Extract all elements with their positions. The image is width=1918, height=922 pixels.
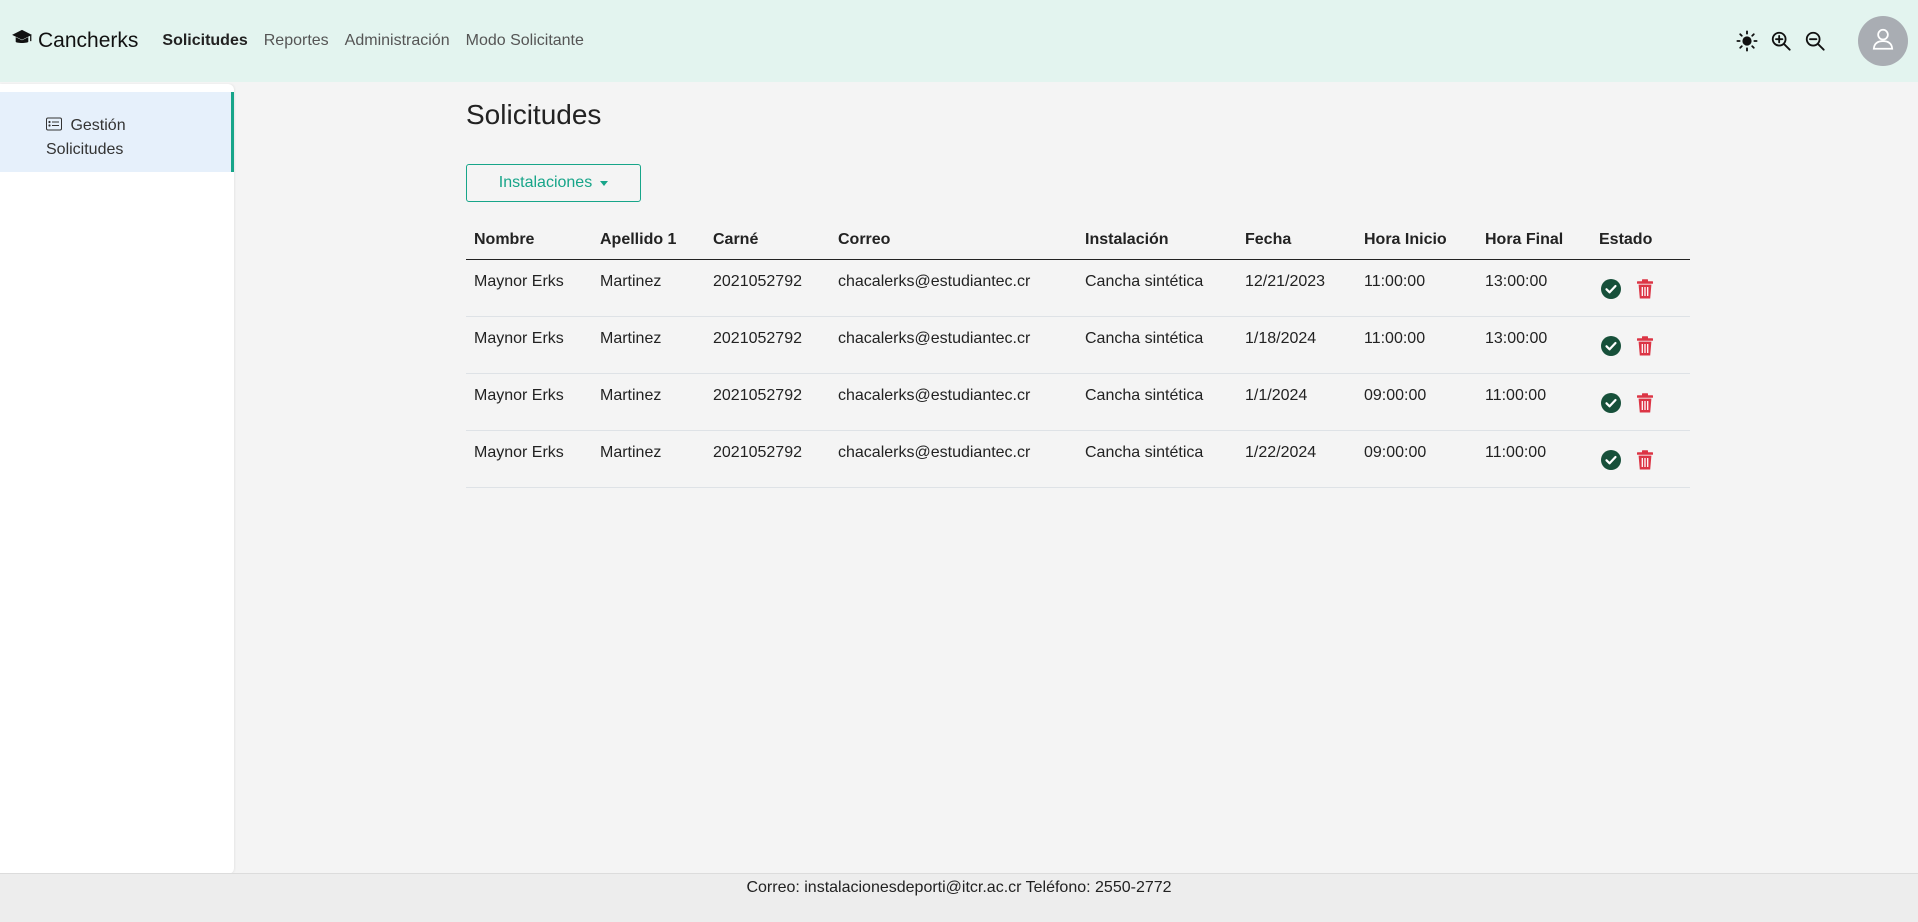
sidebar-item-label-line2: Solicitudes <box>46 141 124 158</box>
col-header-carne: Carné <box>705 222 830 260</box>
user-icon <box>1870 26 1896 57</box>
nav-link-solicitudes[interactable]: Solicitudes <box>162 32 247 50</box>
cell-apellido: Martinez <box>592 430 705 488</box>
table-row: Maynor Erks Martinez 2021052792 chacalerks@… <box>466 373 1690 431</box>
zoom-in-icon[interactable] <box>1768 28 1794 54</box>
cell-hora-final: 11:00:00 <box>1477 373 1591 431</box>
nav-link-administracion[interactable]: Administración <box>345 32 450 50</box>
cell-instalacion: Cancha sintética <box>1077 430 1237 488</box>
solicitudes-table: Nombre Apellido 1 Carné Correo Instalaci… <box>466 222 1690 488</box>
cell-nombre: Maynor Erks <box>466 316 592 374</box>
cell-fecha: 1/18/2024 <box>1237 316 1356 374</box>
sidebar-item-label-line1: Gestión <box>70 117 126 134</box>
col-header-correo: Correo <box>830 222 1077 260</box>
col-header-instalacion: Instalación <box>1077 222 1237 260</box>
cell-apellido: Martinez <box>592 316 705 374</box>
cell-hora-final: 13:00:00 <box>1477 259 1591 317</box>
cell-fecha: 12/21/2023 <box>1237 259 1356 317</box>
cell-correo: chacalerks@estudiantec.cr <box>830 316 1077 374</box>
cell-instalacion: Cancha sintética <box>1077 373 1237 431</box>
page-title: Solicitudes <box>466 99 602 130</box>
cell-hora-final: 13:00:00 <box>1477 316 1591 374</box>
cell-hora-inicio: 11:00:00 <box>1356 316 1477 374</box>
col-header-nombre: Nombre <box>466 222 592 260</box>
instalaciones-dropdown-button[interactable]: Instalaciones <box>466 164 641 202</box>
cell-nombre: Maynor Erks <box>466 430 592 488</box>
caret-down-icon <box>600 180 609 186</box>
nav-link-reportes[interactable]: Reportes <box>264 32 329 50</box>
cell-fecha: 1/22/2024 <box>1237 430 1356 488</box>
sidebar: Gestión Solicitudes <box>0 84 234 874</box>
nav-links: Solicitudes Reportes Administración Modo… <box>162 32 600 50</box>
cell-carne: 2021052792 <box>705 430 830 488</box>
user-avatar[interactable] <box>1858 16 1908 66</box>
trash-icon[interactable] <box>1633 334 1657 358</box>
table-body: Maynor Erks Martinez 2021052792 chacalerks@… <box>466 259 1690 488</box>
nav-tools <box>1726 0 1918 82</box>
table-row: Maynor Erks Martinez 2021052792 chacalerks@… <box>466 259 1690 317</box>
zoom-out-icon[interactable] <box>1802 28 1828 54</box>
cell-instalacion: Cancha sintética <box>1077 316 1237 374</box>
top-navbar: Cancherks Solicitudes Reportes Administr… <box>0 0 1918 82</box>
nav-link-modo-solicitante[interactable]: Modo Solicitante <box>466 32 584 50</box>
sun-icon[interactable] <box>1734 28 1760 54</box>
cell-carne: 2021052792 <box>705 373 830 431</box>
check-circle-icon[interactable] <box>1599 448 1623 472</box>
brand-name: Cancherks <box>38 29 139 52</box>
check-circle-icon[interactable] <box>1599 277 1623 301</box>
card-list-icon <box>46 117 70 134</box>
cell-correo: chacalerks@estudiantec.cr <box>830 259 1077 317</box>
cell-hora-inicio: 09:00:00 <box>1356 430 1477 488</box>
footer-contact-text: Correo: instalacionesdeporti@itcr.ac.cr … <box>746 879 1172 896</box>
trash-icon[interactable] <box>1633 277 1657 301</box>
dropdown-label: Instalaciones <box>498 174 593 191</box>
check-circle-icon[interactable] <box>1599 391 1623 415</box>
brand-link[interactable]: Cancherks <box>11 29 138 53</box>
col-header-fecha: Fecha <box>1237 222 1356 260</box>
table-row: Maynor Erks Martinez 2021052792 chacalerks@… <box>466 316 1690 374</box>
cell-estado <box>1591 373 1690 431</box>
col-header-apellido: Apellido 1 <box>592 222 705 260</box>
trash-icon[interactable] <box>1633 391 1657 415</box>
cell-instalacion: Cancha sintética <box>1077 259 1237 317</box>
cell-nombre: Maynor Erks <box>466 373 592 431</box>
col-header-hora-inicio: Hora Inicio <box>1356 222 1477 260</box>
cell-estado <box>1591 259 1690 317</box>
cell-hora-final: 11:00:00 <box>1477 430 1591 488</box>
sidebar-item-gestion-solicitudes[interactable]: Gestión Solicitudes <box>0 92 234 172</box>
cell-apellido: Martinez <box>592 259 705 317</box>
graduation-cap-icon <box>11 29 38 53</box>
check-circle-icon[interactable] <box>1599 334 1623 358</box>
cell-estado <box>1591 316 1690 374</box>
cell-fecha: 1/1/2024 <box>1237 373 1356 431</box>
cell-correo: chacalerks@estudiantec.cr <box>830 373 1077 431</box>
col-header-hora-final: Hora Final <box>1477 222 1591 260</box>
cell-carne: 2021052792 <box>705 259 830 317</box>
cell-estado <box>1591 430 1690 488</box>
cell-nombre: Maynor Erks <box>466 259 592 317</box>
table-row: Maynor Erks Martinez 2021052792 chacalerks@… <box>466 430 1690 488</box>
col-header-estado: Estado <box>1591 222 1690 260</box>
cell-correo: chacalerks@estudiantec.cr <box>830 430 1077 488</box>
cell-apellido: Martinez <box>592 373 705 431</box>
cell-hora-inicio: 11:00:00 <box>1356 259 1477 317</box>
cell-carne: 2021052792 <box>705 316 830 374</box>
table-header-row: Nombre Apellido 1 Carné Correo Instalaci… <box>466 222 1690 260</box>
trash-icon[interactable] <box>1633 448 1657 472</box>
cell-hora-inicio: 09:00:00 <box>1356 373 1477 431</box>
footer: Correo: instalacionesdeporti@itcr.ac.cr … <box>0 873 1918 922</box>
